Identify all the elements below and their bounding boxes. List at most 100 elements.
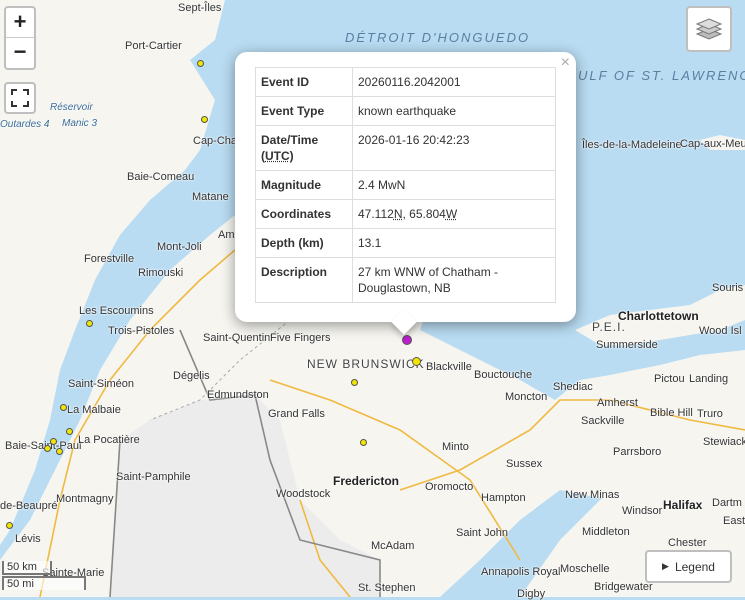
place-label: Digby: [517, 588, 546, 600]
place-label: La Pocatière: [78, 434, 140, 446]
place-label: Mont-Joli: [157, 241, 202, 253]
place-label: Port-Cartier: [125, 40, 182, 52]
place-label: Windsor: [622, 505, 663, 517]
row-key: Date/Time (UTC): [255, 125, 353, 171]
zoom-in-button[interactable]: +: [6, 8, 34, 38]
place-label: La Malbaie: [67, 404, 121, 416]
row-value: known earthquake: [352, 96, 556, 126]
place-label: Saint-Quentin: [203, 332, 271, 344]
place-label: Blackville: [426, 361, 472, 373]
place-label: Les Escoumins: [79, 305, 154, 317]
event-details-table: Event ID 20260116.2042001 Event Type known…: [255, 67, 556, 303]
event-marker[interactable]: [50, 438, 57, 445]
event-marker[interactable]: [351, 379, 358, 386]
place-label: Wood Isl: [699, 325, 742, 337]
event-marker[interactable]: [86, 320, 93, 327]
table-row: Description 27 km WNW of Chatham - Dougla…: [255, 257, 556, 303]
table-row: Magnitude 2.4 MwN: [255, 170, 556, 200]
water-label: Outardes 4: [0, 119, 50, 130]
place-label: Saint-Siméon: [68, 378, 135, 390]
place-label: Lévis: [15, 533, 41, 545]
row-key: Event ID: [255, 67, 353, 97]
place-label: Stewiack: [703, 436, 745, 448]
water-label: ULF OF ST. LAWRENCE: [578, 68, 745, 83]
lon-dir: W: [445, 207, 458, 221]
place-label: Woodstock: [276, 488, 331, 500]
event-marker[interactable]: [360, 439, 367, 446]
place-label: Parrsboro: [613, 446, 662, 458]
place-label: Chester: [668, 537, 707, 549]
lon: 65.804: [409, 207, 446, 221]
row-value: 20260116.2042001: [352, 67, 556, 97]
table-row: Event ID 20260116.2042001: [255, 67, 556, 97]
lat: 47.112: [358, 207, 394, 221]
place-label: Sept-Îles: [178, 2, 222, 14]
legend-label: Legend: [674, 559, 715, 574]
row-key: Description: [255, 257, 353, 303]
zoom-control: + −: [4, 6, 36, 70]
water-label: DÉTROIT D'HONGUEDO: [345, 30, 531, 45]
zoom-out-button[interactable]: −: [6, 38, 34, 68]
place-label: Trois-Pistoles: [108, 325, 175, 337]
event-marker[interactable]: [60, 404, 67, 411]
place-label: Sussex: [506, 458, 543, 470]
event-marker[interactable]: [197, 60, 204, 67]
event-marker[interactable]: [44, 445, 51, 452]
place-label: St. Stephen: [358, 582, 416, 594]
place-label: Landing: [689, 373, 729, 385]
scale-mi: 50 mi: [2, 576, 86, 590]
layers-button[interactable]: [686, 6, 732, 52]
row-value: 27 km WNW of Chatham - Douglastown, NB: [352, 257, 556, 303]
close-icon[interactable]: ×: [561, 54, 570, 72]
fullscreen-button[interactable]: [4, 82, 36, 114]
event-popup: × Event ID 20260116.2042001 Event Type kno…: [235, 52, 576, 335]
place-label: Edmundston: [207, 389, 269, 401]
place-label: Dartm: [712, 497, 742, 509]
event-marker[interactable]: [66, 428, 73, 435]
row-key: Depth (km): [255, 228, 353, 258]
place-label: Baie-Comeau: [127, 171, 195, 183]
place-label: Saint-Pamphile: [116, 471, 191, 483]
event-marker[interactable]: [56, 448, 63, 455]
place-label: Minto: [442, 441, 469, 453]
water-label: Manic 3: [62, 118, 98, 129]
fullscreen-icon: [11, 89, 29, 107]
place-label: Oromocto: [425, 481, 474, 493]
scale-km: 50 km: [2, 561, 52, 575]
event-marker[interactable]: [412, 357, 421, 366]
place-label: Moncton: [505, 391, 548, 403]
place-label: Forestville: [84, 253, 135, 265]
place-label: Middleton: [582, 526, 630, 538]
table-row: Coordinates 47.112N, 65.804W: [255, 199, 556, 229]
row-value: 13.1: [352, 228, 556, 258]
place-label: Bouctouche: [474, 369, 533, 381]
water-label: Réservoir: [50, 102, 93, 113]
place-label: McAdam: [371, 540, 415, 552]
lat-dir: N: [393, 207, 403, 221]
row-value: 2026-01-16 20:42:23: [352, 125, 556, 171]
table-row: Depth (km) 13.1: [255, 228, 556, 258]
event-marker[interactable]: [201, 116, 208, 123]
selected-event-marker[interactable]: [402, 335, 412, 345]
table-row: Date/Time (UTC) 2026-01-16 20:42:23: [255, 125, 556, 171]
place-label: Grand Falls: [268, 408, 325, 420]
place-label: Pictou: [654, 373, 685, 385]
place-label: Truro: [697, 408, 723, 420]
event-marker[interactable]: [6, 522, 13, 529]
place-label: Saint John: [456, 527, 508, 539]
place-label: Hampton: [481, 492, 526, 504]
place-label: Fredericton: [333, 474, 400, 488]
place-label: Shediac: [553, 381, 593, 393]
place-label: Cap-aux-Meu: [680, 138, 745, 150]
place-label: Baie-Saint-Paul: [5, 440, 82, 452]
table-row: Event Type known earthquake: [255, 96, 556, 126]
row-key: Magnitude: [255, 170, 353, 200]
place-label: Halifax: [663, 498, 703, 512]
row-value: 47.112N, 65.804W: [352, 199, 556, 229]
place-label: Amherst: [597, 397, 638, 409]
utc-abbr: UTC: [265, 149, 290, 163]
place-label: Charlottetown: [618, 309, 699, 323]
place-label: Am: [218, 229, 235, 241]
province-label: P.E.I.: [592, 320, 626, 334]
legend-button[interactable]: ▶ Legend: [645, 550, 732, 583]
